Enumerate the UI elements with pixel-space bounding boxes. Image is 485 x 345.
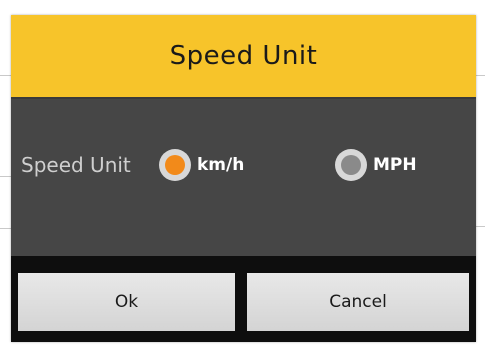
radio-selected-indicator — [165, 155, 185, 175]
radio-option-mph[interactable]: MPH — [335, 149, 417, 181]
backdrop-divider — [475, 75, 485, 76]
cancel-button[interactable]: Cancel — [247, 273, 469, 331]
backdrop-divider — [475, 226, 485, 227]
radio-label-kmh: km/h — [197, 155, 245, 175]
ok-button[interactable]: Ok — [18, 273, 235, 331]
radio-option-kmh[interactable]: km/h — [159, 149, 244, 181]
speed-unit-row: Speed Unit km/h MPH — [11, 145, 476, 185]
dialog-title: Speed Unit — [169, 41, 318, 71]
speed-unit-dialog: Speed Unit Speed Unit km/h MPH Ok Cancel — [11, 15, 476, 342]
speed-unit-label: Speed Unit — [21, 153, 131, 177]
radio-button-mph[interactable] — [335, 149, 367, 181]
radio-button-kmh[interactable] — [159, 149, 191, 181]
radio-label-mph: MPH — [373, 155, 417, 175]
dialog-button-bar: Ok Cancel — [11, 256, 476, 342]
dialog-title-bar: Speed Unit — [11, 15, 476, 99]
radio-unselected-indicator — [341, 155, 361, 175]
